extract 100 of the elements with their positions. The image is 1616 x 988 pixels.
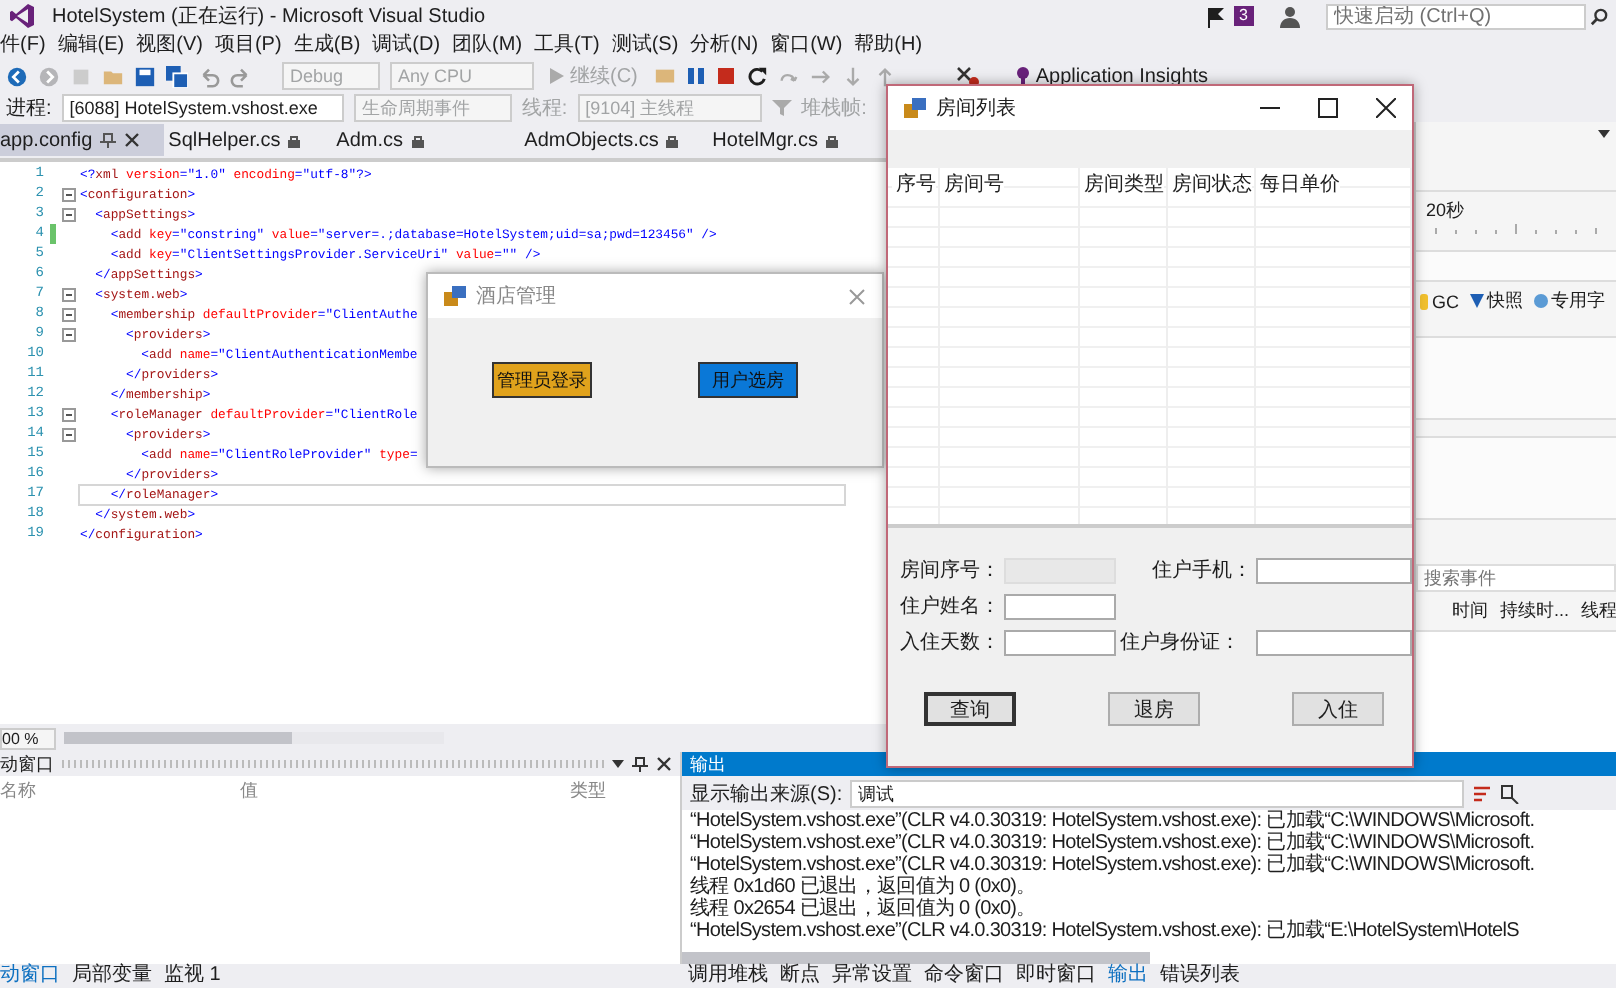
- data-grid[interactable]: 序号 房间号 房间类型 房间状态 每日单价: [888, 168, 1412, 528]
- pin-icon[interactable]: [632, 756, 648, 772]
- menu-item[interactable]: 调试(D): [372, 34, 449, 58]
- panel-title: 动窗口: [0, 751, 54, 777]
- find-icon[interactable]: [1500, 783, 1521, 803]
- save-icon[interactable]: [134, 65, 156, 87]
- logo-icon: [8, 2, 36, 30]
- input-field[interactable]: [1256, 629, 1412, 655]
- menu-item[interactable]: 项目(P): [214, 34, 290, 58]
- stop-icon[interactable]: [715, 66, 736, 86]
- thread-label: 线程:: [521, 95, 568, 121]
- menu-item[interactable]: 编辑(E): [57, 34, 133, 58]
- process-dropdown[interactable]: [6088] HotelSystem.vshost.exe: [61, 93, 344, 121]
- menu-item[interactable]: 生成(B): [293, 34, 369, 58]
- collapse-icon[interactable]: [61, 307, 75, 321]
- file-tab[interactable]: HotelMgr.cs: [708, 124, 862, 156]
- zoom-dropdown[interactable]: 00 %: [0, 727, 57, 749]
- menu-item[interactable]: 窗口(W): [770, 34, 851, 58]
- panel-tab[interactable]: 即时窗口: [1016, 964, 1096, 988]
- column-header[interactable]: 类型: [570, 778, 606, 804]
- wrap-icon[interactable]: [1472, 783, 1493, 803]
- arrow-up-icon[interactable]: [873, 65, 896, 87]
- pause-icon[interactable]: [685, 66, 706, 86]
- tab-label: HotelMgr.cs: [712, 129, 818, 151]
- column-header[interactable]: 线程: [1581, 598, 1616, 624]
- column-header[interactable]: 每日单价: [1256, 174, 1340, 198]
- menu-item[interactable]: 测试(S): [611, 34, 687, 58]
- action-button[interactable]: 管理员登录: [492, 362, 592, 398]
- scrollbar[interactable]: [682, 952, 1616, 964]
- person-icon[interactable]: [1278, 4, 1302, 28]
- collapse-icon[interactable]: [61, 407, 75, 421]
- file-tab[interactable]: SqlHelper.cs: [164, 124, 333, 156]
- panel-tab[interactable]: 动窗口: [0, 964, 60, 988]
- panel-tab[interactable]: 调用堆栈: [688, 964, 768, 988]
- dialog-title: 酒店管理: [476, 283, 556, 310]
- menu-item[interactable]: 件(F): [0, 34, 54, 58]
- maximize-icon[interactable]: [1318, 98, 1338, 118]
- tab-label: app.config: [0, 129, 93, 151]
- stack-frame-label: 堆栈帧:: [801, 95, 867, 121]
- column-header[interactable]: 房间类型: [1080, 174, 1164, 198]
- menu-item[interactable]: 帮助(H): [854, 34, 931, 58]
- panel-tab[interactable]: 异常设置: [832, 964, 912, 988]
- menu-item[interactable]: 工具(T): [534, 34, 608, 58]
- lock-icon: [288, 133, 301, 147]
- file-tab[interactable]: AdmObjects.cs: [520, 124, 709, 156]
- close-icon[interactable]: [124, 132, 141, 148]
- column-header[interactable]: 时间: [1452, 598, 1488, 624]
- panel-tab[interactable]: 输出: [1108, 964, 1148, 988]
- save-all-icon[interactable]: [166, 65, 188, 87]
- menu-item[interactable]: 视图(V): [136, 34, 211, 58]
- output-line: “HotelSystem.vshost.exe”(CLR v4.0.30319: HotelSystem.vshost.exe): 已加载“E:\HotelSystem\HotelS: [690, 920, 1521, 942]
- close-icon[interactable]: [1376, 98, 1396, 118]
- panel-tab[interactable]: 局部变量: [72, 964, 152, 988]
- field-label: 住户手机：: [1152, 557, 1252, 584]
- scrollbar[interactable]: [64, 732, 445, 744]
- panel-title: 输出: [690, 751, 726, 777]
- action-button[interactable]: 入住: [1292, 692, 1384, 726]
- restart-icon[interactable]: [745, 65, 768, 87]
- lock-icon: [411, 133, 423, 147]
- collapse-icon[interactable]: [61, 287, 75, 301]
- panel-tab[interactable]: 监视 1: [164, 964, 221, 988]
- search-field[interactable]: 搜索事件: [1416, 564, 1616, 592]
- menu-item[interactable]: 团队(M): [452, 34, 531, 58]
- app-icon: [444, 286, 466, 306]
- collapse-icon[interactable]: [61, 207, 75, 221]
- insights-button[interactable]: Application Insights: [1009, 65, 1215, 87]
- column-header[interactable]: 序号: [892, 174, 936, 198]
- input-field[interactable]: [1256, 557, 1412, 583]
- field-label: 住户身份证：: [1120, 629, 1242, 656]
- panel-tab[interactable]: 断点: [780, 964, 820, 988]
- collapse-icon[interactable]: [61, 427, 75, 441]
- file-tab[interactable]: Adm.cs: [332, 124, 521, 156]
- file-tab[interactable]: app.config: [0, 124, 165, 156]
- action-button[interactable]: 用户选房: [698, 362, 798, 398]
- collapse-icon[interactable]: [61, 327, 75, 341]
- caret-icon[interactable]: [612, 760, 624, 768]
- column-header[interactable]: 房间状态: [1168, 174, 1252, 198]
- column-header[interactable]: 名称: [0, 778, 240, 804]
- panel-tab[interactable]: 命令窗口: [924, 964, 1004, 988]
- action-button[interactable]: 查询: [924, 692, 1016, 726]
- time-label: 20秒: [1424, 198, 1467, 224]
- bulb-icon: [1015, 66, 1030, 86]
- column-header[interactable]: 房间号: [940, 174, 1004, 198]
- output-source-dropdown[interactable]: 调试: [850, 779, 1465, 807]
- panel-tab[interactable]: 错误列表: [1160, 964, 1240, 988]
- caret-icon[interactable]: [1598, 130, 1610, 138]
- pin-icon[interactable]: [100, 132, 117, 148]
- collapse-icon[interactable]: [61, 187, 75, 201]
- back-icon[interactable]: [6, 65, 28, 87]
- column-header[interactable]: 值: [240, 778, 570, 804]
- close-icon[interactable]: [656, 756, 672, 772]
- flag-icon[interactable]: [1205, 5, 1226, 27]
- notification-badge: 3: [1233, 6, 1254, 26]
- action-button[interactable]: 退房: [1108, 692, 1200, 726]
- menu-item[interactable]: 分析(N): [690, 34, 767, 58]
- dialog-title: 房间列表: [936, 95, 1016, 122]
- input-field[interactable]: [1004, 629, 1116, 655]
- column-header[interactable]: 持续时...: [1500, 598, 1570, 624]
- legend-label: 专用字: [1551, 288, 1605, 314]
- input-field[interactable]: [1004, 593, 1116, 619]
